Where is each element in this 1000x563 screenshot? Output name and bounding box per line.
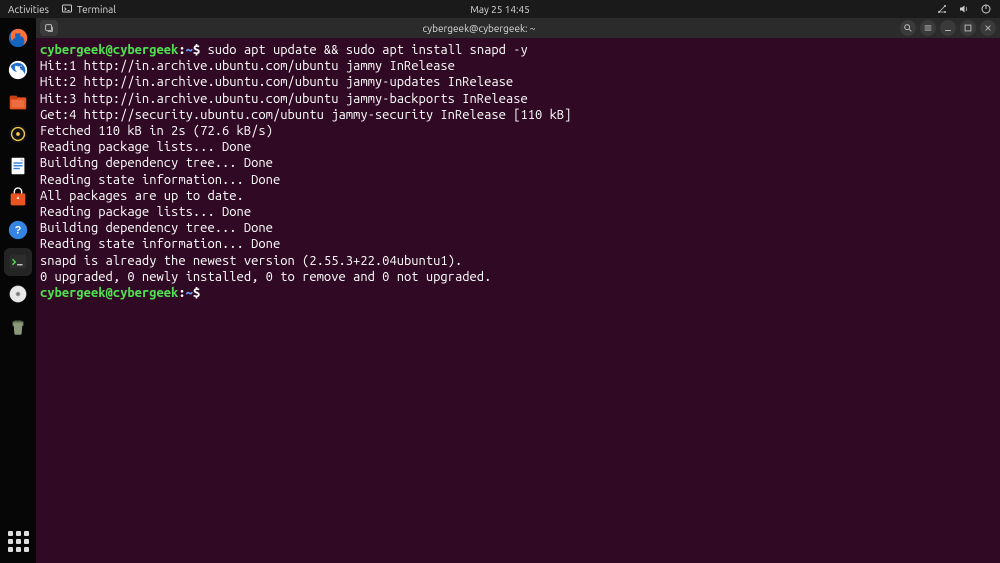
terminal-icon[interactable] [4, 248, 32, 276]
output-line: Reading state information... Done [40, 173, 280, 187]
panel-clock[interactable]: May 25 14:45 [470, 4, 530, 15]
terminal-window: cybergeek@cybergeek: ~ cybergeek@cyberge… [36, 18, 1000, 563]
activities-button[interactable]: Activities [8, 4, 49, 15]
prompt-user: cybergeek@cybergeek [40, 43, 178, 57]
output-line: Building dependency tree... Done [40, 221, 273, 235]
files-icon[interactable] [4, 88, 32, 116]
software-center-icon[interactable] [4, 184, 32, 212]
prompt-colon: : [178, 286, 185, 300]
thunderbird-icon[interactable] [4, 56, 32, 84]
output-line: Reading package lists... Done [40, 205, 251, 219]
taskbar-app-label: Terminal [77, 4, 116, 15]
power-icon [980, 3, 992, 15]
output-line: All packages are up to date. [40, 189, 244, 203]
output-line: Reading state information... Done [40, 237, 280, 251]
terminal-body[interactable]: cybergeek@cybergeek:~$ sudo apt update &… [36, 38, 1000, 563]
prompt-user: cybergeek@cybergeek [40, 286, 178, 300]
prompt-symbol: $ [193, 43, 200, 57]
apps-grid-icon [8, 531, 29, 552]
system-status-area[interactable] [936, 3, 992, 15]
firefox-icon[interactable] [4, 24, 32, 52]
disc-icon[interactable] [4, 280, 32, 308]
trash-icon[interactable] [4, 312, 32, 340]
close-button[interactable] [980, 20, 996, 36]
command-text: sudo apt update && sudo apt install snap… [207, 43, 527, 57]
output-line: Fetched 110 kB in 2s (72.6 kB/s) [40, 124, 273, 138]
show-apps-button[interactable] [4, 527, 32, 555]
prompt-symbol: $ [193, 286, 200, 300]
maximize-button[interactable] [960, 20, 976, 36]
minimize-button[interactable] [940, 20, 956, 36]
terminal-small-icon [61, 3, 73, 15]
prompt-path: ~ [186, 43, 193, 57]
output-line: 0 upgraded, 0 newly installed, 0 to remo… [40, 270, 491, 284]
taskbar-terminal[interactable]: Terminal [61, 3, 116, 15]
svg-text:?: ? [15, 225, 22, 237]
search-button[interactable] [900, 20, 916, 36]
help-icon[interactable]: ? [4, 216, 32, 244]
network-icon [936, 3, 948, 15]
output-line: Hit:1 http://in.archive.ubuntu.com/ubunt… [40, 59, 455, 73]
top-panel: Activities Terminal May 25 14:45 [0, 0, 1000, 18]
menu-button[interactable] [920, 20, 936, 36]
prompt-path: ~ [186, 286, 193, 300]
new-tab-button[interactable] [40, 20, 58, 36]
output-line: snapd is already the newest version (2.5… [40, 254, 462, 268]
dock: ? [0, 18, 36, 563]
output-line: Hit:2 http://in.archive.ubuntu.com/ubunt… [40, 75, 513, 89]
libreoffice-writer-icon[interactable] [4, 152, 32, 180]
window-title: cybergeek@cybergeek: ~ [62, 23, 896, 34]
rhythmbox-icon[interactable] [4, 120, 32, 148]
output-line: Building dependency tree... Done [40, 156, 273, 170]
output-line: Hit:3 http://in.archive.ubuntu.com/ubunt… [40, 92, 528, 106]
volume-icon [958, 3, 970, 15]
prompt-colon: : [178, 43, 185, 57]
output-line: Get:4 http://security.ubuntu.com/ubuntu … [40, 108, 571, 122]
output-line: Reading package lists... Done [40, 140, 251, 154]
window-titlebar[interactable]: cybergeek@cybergeek: ~ [36, 18, 1000, 38]
